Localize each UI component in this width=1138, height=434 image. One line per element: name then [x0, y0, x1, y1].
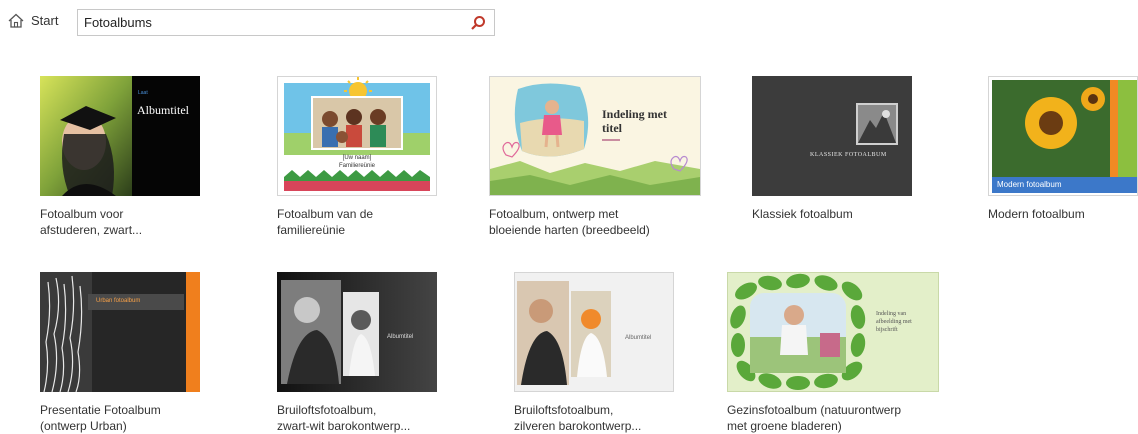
thumbnail-title: Albumtitel	[387, 334, 414, 340]
thumbnail-title-line-1: Indeling van	[876, 311, 907, 317]
caption-line-1: Klassiek fotoalbum	[752, 207, 853, 221]
caption-line-2: bloeiende harten (breedbeeld)	[489, 223, 650, 237]
thumbnail-tag: Laat	[138, 90, 148, 96]
caption-line-1: Presentatie Fotoalbum	[40, 403, 161, 417]
thumbnail-title-line-1: Indeling met	[602, 107, 668, 121]
thumbnail-title: Urban fotoalbum	[96, 298, 141, 304]
search-icon	[471, 16, 485, 30]
search-input[interactable]	[84, 13, 464, 32]
template-thumbnail: KLASSIEK FOTOALBUM	[752, 76, 912, 196]
search-box	[77, 9, 495, 36]
template-thumbnail: Indeling van afbeelding met bijschrift	[727, 272, 939, 392]
search-button[interactable]	[470, 15, 486, 31]
home-label: Start	[31, 13, 59, 28]
thumbnail-title-line-3: bijschrift	[876, 327, 898, 333]
top-bar: Start	[0, 0, 1138, 50]
template-caption: Presentatie Fotoalbum (ontwerp Urban)	[40, 402, 240, 434]
template-caption: Bruiloftsfotoalbum, zwart-wit barokontwe…	[277, 402, 477, 434]
caption-line-1: Fotoalbum van de	[277, 207, 374, 221]
caption-line-1: Bruiloftsfotoalbum,	[514, 403, 614, 417]
thumbnail-title: Albumtitel	[137, 103, 189, 117]
template-caption: Bruiloftsfotoalbum, zilveren barokontwer…	[514, 402, 714, 434]
thumbnail-title: Familiereünie	[338, 163, 375, 169]
template-thumbnail: Laat Albumtitel	[40, 76, 200, 196]
home-icon	[8, 13, 24, 28]
template-thumbnail: Urban fotoalbum	[40, 272, 200, 392]
home-button[interactable]: Start	[8, 13, 58, 28]
caption-line-1: Fotoalbum, ontwerp met	[489, 207, 619, 221]
thumbnail-title: KLASSIEK FOTOALBUM	[810, 152, 887, 158]
caption-line-1: Fotoalbum voor	[40, 207, 124, 221]
thumbnail-title-line-2: titel	[602, 121, 622, 135]
caption-line-2: familiereünie	[277, 223, 346, 237]
thumbnail-subtitle-placeholder	[602, 139, 620, 141]
caption-line-1: Bruiloftsfotoalbum,	[277, 403, 377, 417]
template-caption: Modern fotoalbum	[988, 206, 1136, 222]
template-caption: Gezinsfotoalbum (natuurontwerp met groen…	[727, 402, 947, 434]
caption-line-1: Gezinsfotoalbum (natuurontwerp	[727, 403, 902, 417]
template-thumbnail: Modern fotoalbum	[988, 76, 1138, 196]
template-thumbnail: Albumtitel	[277, 272, 437, 392]
caption-line-2: afstuderen, zwart...	[40, 223, 143, 237]
thumbnail-title-line-2: afbeelding met	[876, 319, 912, 325]
template-caption: Fotoalbum, ontwerp met bloeiende harten …	[489, 206, 709, 238]
thumbnail-title: Albumtitel	[625, 335, 652, 341]
template-caption: Fotoalbum voor afstuderen, zwart...	[40, 206, 240, 238]
thumbnail-title: Modern fotoalbum	[997, 180, 1062, 189]
thumbnail-name: [Uw naam]	[342, 155, 372, 161]
template-thumbnail: Indeling met titel	[489, 76, 701, 196]
caption-line-1: Modern fotoalbum	[988, 207, 1085, 221]
template-caption: Fotoalbum van de familiereünie	[277, 206, 477, 238]
template-thumbnail: Albumtitel	[514, 272, 674, 392]
template-thumbnail: [Uw naam] Familiereünie	[277, 76, 437, 196]
template-caption: Klassiek fotoalbum	[752, 206, 952, 222]
